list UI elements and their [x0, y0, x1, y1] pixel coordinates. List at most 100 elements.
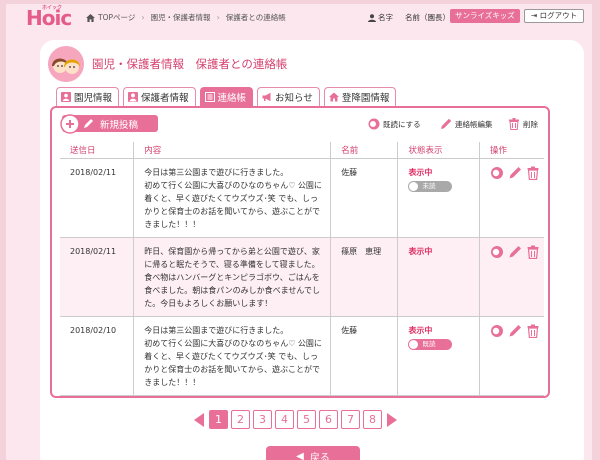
read-state-dot [409, 181, 419, 191]
trash-icon[interactable] [526, 166, 540, 180]
row-name: 篠原 恵理 [330, 237, 399, 317]
page-1[interactable]: 1 [209, 410, 228, 429]
child-icon [61, 92, 71, 102]
page-3[interactable]: 3 [253, 410, 272, 429]
breadcrumb-separator: › [141, 13, 145, 22]
mark-read-button[interactable]: 既読にする [368, 118, 421, 130]
unread-badge: 未読 [408, 180, 453, 192]
delete-label: 削除 [523, 119, 538, 129]
edit-notebook-button[interactable]: 連絡帳編集 [440, 118, 493, 130]
back-button[interactable]: ◀ 戻る [266, 446, 360, 460]
row-content[interactable]: 今日は第三公園まで遊びに行きました。 初めて行く公園に大喜びのひなのちゃん♡ 公… [133, 316, 332, 396]
logo[interactable]: ホイック Hoic [26, 5, 72, 30]
app-window: ホイック Hoic TOPページ › 園児・保護者情報 › 保護者との連絡帳 名… [6, 4, 592, 460]
toolbar: 新規投稿 既読にする 連絡帳編集 削除 [52, 108, 548, 136]
row-status: 表示中 未読 [397, 158, 480, 238]
trash-icon[interactable] [526, 324, 540, 338]
badge-label: 未読 [422, 181, 436, 190]
tab-children[interactable]: 園児情報 [56, 87, 120, 106]
page-title: 園児・保護者情報 保護者との連絡帳 [92, 57, 288, 71]
row-content[interactable]: 昨日、保育園から帰ってから弟と公園で遊び、家に帰ると眠たそうで、寝る準備をして寝… [133, 237, 332, 317]
next-page-icon[interactable] [385, 412, 399, 428]
plus-icon [60, 113, 80, 134]
page-4[interactable]: 4 [275, 410, 294, 429]
edit-notebook-label: 連絡帳編集 [455, 119, 493, 129]
read-badge: 既読 [408, 338, 453, 350]
breadcrumb-top[interactable]: TOPページ [98, 12, 135, 23]
column-header-content: 内容 [133, 142, 332, 159]
tab-notebook[interactable]: 連絡帳 [199, 87, 254, 106]
tab-bar: 園児情報 保護者情報 連絡帳 お知らせ 登降園情報 [56, 87, 397, 106]
tab-parents[interactable]: 保護者情報 [123, 87, 196, 106]
breadcrumb-separator: › [216, 13, 220, 22]
row-content[interactable]: 今日は第三公園まで遊びに行きました。 初めて行く公園に大喜びのひなのちゃん♡ 公… [133, 158, 332, 238]
trash-icon[interactable] [526, 245, 540, 259]
logout-icon: ⇥ [530, 11, 538, 20]
table-header-row: 送信日 内容 名前 状態表示 操作 [60, 142, 544, 159]
table-row[interactable]: 2018/02/11 今日は第三公園まで遊びに行きました。 初めて行く公園に大喜… [60, 158, 544, 238]
tab-notices[interactable]: お知らせ [257, 87, 320, 106]
table-row[interactable]: 2018/02/10 今日は第三公園まで遊びに行きました。 初めて行く公園に大喜… [60, 316, 544, 396]
page-6[interactable]: 6 [319, 410, 338, 429]
tab-label: 登降園情報 [341, 93, 390, 104]
read-state-dot [409, 339, 419, 349]
pagination: 1 2 3 4 5 6 7 8 [192, 410, 399, 429]
logo-subtitle: ホイック [42, 5, 63, 11]
row-date: 2018/02/10 [60, 316, 135, 396]
row-date: 2018/02/11 [60, 237, 135, 317]
row-action-group [490, 166, 540, 180]
status-text: 表示中 [408, 246, 433, 256]
mark-read-label: 既読にする [383, 119, 421, 129]
mark-read-icon [368, 118, 380, 130]
user-surname: 名字 [378, 13, 393, 22]
logout-button[interactable]: ⇥ ログアウト [524, 9, 584, 23]
pen-icon [84, 118, 93, 128]
header: ホイック Hoic TOPページ › 園児・保護者情報 › 保護者との連絡帳 名… [6, 4, 592, 30]
row-date: 2018/02/11 [60, 158, 135, 238]
row-actions [479, 158, 544, 238]
tab-label: 連絡帳 [217, 93, 247, 104]
home-icon [86, 13, 95, 22]
mark-read-icon[interactable] [490, 166, 504, 180]
page-8[interactable]: 8 [363, 410, 382, 429]
pencil-icon[interactable] [508, 166, 522, 180]
breadcrumb-children[interactable]: 園児・保護者情報 [151, 12, 211, 23]
row-name: 佐藤 [330, 316, 399, 396]
notebook-icon [204, 92, 215, 102]
column-header-date[interactable]: 送信日 [60, 142, 135, 159]
page-2[interactable]: 2 [231, 410, 250, 429]
trash-icon [509, 118, 519, 130]
person-icon [368, 13, 376, 22]
badge-label: 既読 [422, 339, 436, 348]
delete-button[interactable]: 削除 [508, 118, 538, 130]
pencil-icon[interactable] [508, 324, 522, 338]
new-post-button[interactable]: 新規投稿 [60, 113, 158, 134]
mark-read-icon[interactable] [490, 245, 504, 259]
row-status: 表示中 既読 [397, 316, 480, 396]
table-row[interactable]: 2018/02/11 昨日、保育園から帰ってから弟と公園で遊び、家に帰ると眠たそ… [60, 237, 544, 317]
page-5[interactable]: 5 [297, 410, 316, 429]
prev-page-icon[interactable] [192, 412, 206, 428]
row-actions [479, 237, 544, 317]
avatar [48, 46, 84, 82]
main-panel: 園児・保護者情報 保護者との連絡帳 園児情報 保護者情報 連絡帳 お知らせ 登降… [40, 40, 584, 460]
row-status: 表示中 [397, 237, 480, 317]
tab-label: 保護者情報 [141, 93, 189, 104]
new-post-label: 新規投稿 [100, 119, 139, 131]
notebook-list-panel: 新規投稿 既読にする 連絡帳編集 削除 送信日 内容 名前 状態表示 操作 20… [50, 106, 550, 398]
house-icon [328, 92, 339, 102]
status-text: 表示中 [408, 325, 433, 335]
breadcrumb-current: 保護者との連絡帳 [225, 13, 286, 22]
tab-label: 園児情報 [74, 93, 113, 104]
megaphone-icon [262, 92, 271, 102]
school-select-button[interactable]: サンライズキッズ [450, 9, 520, 23]
mark-read-icon[interactable] [490, 324, 504, 338]
notebook-table: 送信日 内容 名前 状態表示 操作 2018/02/11 今日は第三公園まで遊び… [60, 142, 544, 396]
row-name: 佐藤 [330, 158, 399, 238]
pencil-icon [441, 118, 452, 129]
tab-attendance[interactable]: 登降園情報 [323, 87, 397, 106]
pencil-icon[interactable] [508, 245, 522, 259]
tab-label: お知らせ [275, 93, 313, 104]
column-header-name[interactable]: 名前 [330, 142, 399, 159]
page-7[interactable]: 7 [341, 410, 360, 429]
